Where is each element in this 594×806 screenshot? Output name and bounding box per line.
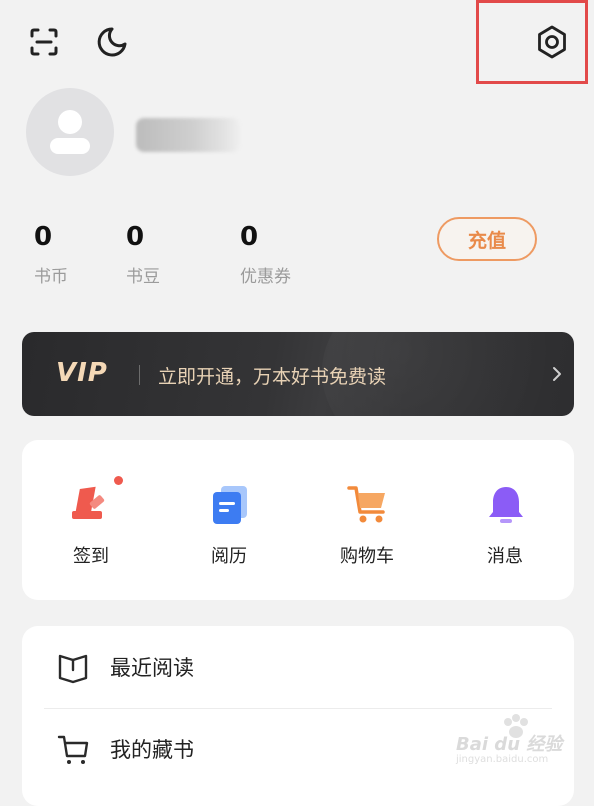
recharge-button[interactable]: 充值 (437, 217, 537, 261)
history-icon (213, 486, 247, 524)
message-shortcut[interactable]: 消息 (436, 440, 574, 600)
bean-count[interactable]: 0 (126, 222, 144, 252)
settings-highlight-box (476, 0, 588, 84)
avatar[interactable] (26, 88, 114, 176)
chevron-right-icon (553, 367, 561, 381)
bell-icon (489, 487, 523, 523)
coin-label: 书币 (34, 267, 68, 287)
notification-dot (114, 476, 123, 485)
checkin-icon (72, 486, 105, 519)
cart-shortcut[interactable]: 购物车 (298, 440, 436, 600)
moon-icon[interactable] (90, 20, 134, 64)
coupon-label: 优惠券 (240, 267, 291, 287)
menu-item-label: 我的藏书 (110, 738, 194, 762)
checkin-shortcut[interactable]: 签到 (22, 440, 160, 600)
shortcut-card: 签到 阅历 购物车 消息 (22, 440, 574, 600)
checkin-label: 签到 (73, 546, 109, 567)
vip-banner[interactable]: VIP 立即开通，万本好书免费读 (22, 332, 574, 416)
shopping-cart-outline-icon (57, 735, 89, 764)
username-blurred (136, 118, 240, 152)
history-shortcut[interactable]: 阅历 (160, 440, 298, 600)
coupon-count[interactable]: 0 (240, 222, 258, 252)
watermark-text: Bai du 经验 (456, 734, 563, 755)
history-label: 阅历 (211, 546, 247, 567)
open-book-icon (58, 654, 88, 684)
menu-item-label: 最近阅读 (110, 656, 194, 680)
user-avatar-icon (50, 110, 90, 154)
bean-label: 书豆 (126, 267, 160, 287)
cart-label: 购物车 (340, 546, 394, 567)
baidu-watermark: Bai du 经验 jingyan.baidu.com (448, 712, 588, 772)
vip-promo-text: 立即开通，万本好书免费读 (158, 366, 387, 388)
message-label: 消息 (487, 546, 523, 567)
vip-badge: VIP (56, 358, 108, 388)
menu-item-recent-reading[interactable]: 最近阅读 (22, 626, 574, 706)
watermark-subtext: jingyan.baidu.com (456, 754, 549, 765)
vip-separator (139, 365, 140, 385)
cart-icon (347, 486, 385, 523)
coin-count[interactable]: 0 (34, 222, 52, 252)
scan-icon[interactable] (22, 20, 66, 64)
